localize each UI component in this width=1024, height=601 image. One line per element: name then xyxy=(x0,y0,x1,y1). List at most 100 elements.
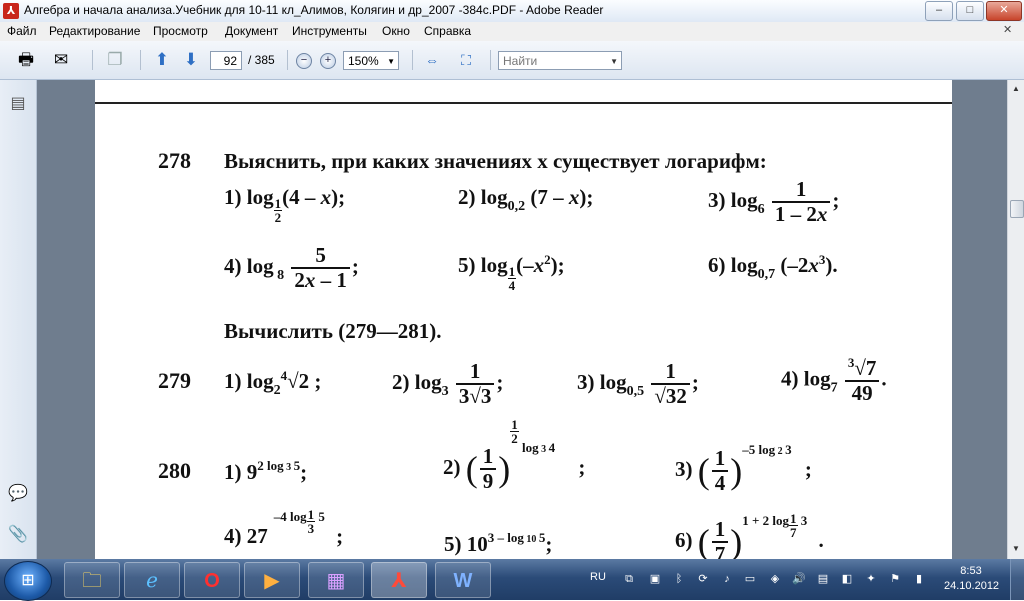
start-button[interactable]: ⊞ xyxy=(4,561,52,601)
windows-logo-icon: ⊞ xyxy=(21,572,35,589)
explorer-taskbar-button[interactable]: 🗀 xyxy=(64,562,120,598)
menu-tools[interactable]: Инструменты xyxy=(292,24,367,38)
chevron-down-icon: ▼ xyxy=(387,57,395,66)
volume-icon[interactable]: ♪ xyxy=(720,572,734,586)
vertical-scrollbar[interactable]: ▲ ▼ xyxy=(1007,80,1024,559)
item-label: 3) xyxy=(577,369,595,394)
zoom-value: 150% xyxy=(348,54,379,68)
display-icon[interactable]: ▤ xyxy=(816,572,830,586)
problem-task: Выяснить, при каких значениях x существу… xyxy=(224,149,767,173)
item-label: 3) xyxy=(675,457,693,481)
word-taskbar-button[interactable]: W xyxy=(435,562,491,598)
item-label: 2) xyxy=(458,185,476,209)
math-expression: 3) log6 11 – 2x; xyxy=(708,177,840,227)
speaker-icon[interactable]: 🔊 xyxy=(792,572,806,586)
math-expression: 5) 103 – log 10 5; xyxy=(444,530,553,556)
menu-window[interactable]: Окно xyxy=(382,24,410,38)
math-expression: 1) log 1 2 (4 – x); xyxy=(224,185,346,225)
power-icon[interactable]: ▮ xyxy=(912,572,926,586)
navigation-pane: ▤ 💬 📎 xyxy=(0,80,37,559)
menu-document[interactable]: Документ xyxy=(225,24,278,38)
security-icon[interactable]: ✦ xyxy=(864,572,878,586)
opera-taskbar-button[interactable]: O xyxy=(184,562,240,598)
bluetooth-icon[interactable]: ᛒ xyxy=(672,572,686,586)
clock-date: 24.10.2012 xyxy=(944,580,1000,592)
item-label: 4) xyxy=(224,253,242,278)
pdf-page: 278 Выяснить, при каких значениях x суще… xyxy=(95,80,952,559)
winrar-taskbar-button[interactable]: ▦ xyxy=(308,562,364,598)
toolbar-divider xyxy=(287,50,288,70)
tray-app-icon[interactable]: ◧ xyxy=(840,572,854,586)
scroll-up-icon[interactable]: ▲ xyxy=(1010,83,1022,95)
tray-app-icon[interactable]: ▭ xyxy=(743,572,757,586)
show-desktop-button[interactable] xyxy=(1010,559,1024,600)
menu-bar: Файл Редактирование Просмотр Документ Ин… xyxy=(0,22,1024,41)
adobe-reader-taskbar-button[interactable]: ⅄ xyxy=(371,562,427,598)
tray-app-icon[interactable]: ◈ xyxy=(768,572,782,586)
menu-file[interactable]: Файл xyxy=(7,24,37,38)
minimize-button[interactable]: – xyxy=(925,1,953,21)
fit-width-icon[interactable]: ⇔ xyxy=(421,50,443,70)
menu-help[interactable]: Справка xyxy=(424,24,471,38)
print-icon[interactable]: 🖶 xyxy=(15,50,37,70)
page-rule xyxy=(95,102,952,104)
close-button[interactable]: ✕ xyxy=(986,1,1022,21)
system-clock[interactable]: 8:53 24.10.2012 xyxy=(944,564,1000,594)
toolbar: 🖶 ✉ ❐ ⬆ ⬇ 92 / 385 − + 150% ▼ ⇔ ⛶ Найти … xyxy=(0,41,1024,80)
chevron-down-icon: ▼ xyxy=(610,57,618,66)
document-viewport[interactable]: 278 Выяснить, при каких значениях x суще… xyxy=(37,80,1007,559)
section-heading: Вычислить (279—281). xyxy=(224,319,442,343)
taskbar: ⊞ 🗀 ℯ O ▶ ▦ ⅄ W RU ⧉ ▣ ᛒ ⟳ ♪ ▭ ◈ 🔊 ▤ ◧ ✦… xyxy=(0,559,1024,601)
share-icon[interactable]: ✉ xyxy=(50,50,72,70)
zoom-select[interactable]: 150% ▼ xyxy=(343,51,399,70)
menu-view[interactable]: Просмотр xyxy=(153,24,208,38)
page-total: / 385 xyxy=(248,53,275,67)
media-player-taskbar-button[interactable]: ▶ xyxy=(244,562,300,598)
next-page-icon[interactable]: ⬇ xyxy=(180,50,202,70)
network-icon[interactable]: ⧉ xyxy=(622,572,636,586)
problem-number: 280 xyxy=(158,458,191,483)
language-indicator[interactable]: RU xyxy=(590,571,606,583)
action-center-flag-icon[interactable]: ⚑ xyxy=(888,572,902,586)
zoom-out-icon[interactable]: − xyxy=(296,53,312,69)
item-label: 5) xyxy=(444,532,462,556)
item-label: 1) xyxy=(224,460,242,484)
sync-icon[interactable]: ⟳ xyxy=(696,572,710,586)
attachments-icon[interactable]: 📎 xyxy=(8,525,28,545)
math-expression: 4) log 8 5 2x – 1; xyxy=(224,243,359,293)
math-expression: 1) 92 log 3 5; xyxy=(224,458,308,484)
math-expression: 1) log24√2 ; xyxy=(224,368,322,398)
item-label: 3) xyxy=(708,187,726,212)
menu-edit[interactable]: Редактирование xyxy=(49,24,140,38)
problem-number: 278 xyxy=(158,148,191,173)
item-label: 2) xyxy=(392,369,410,394)
item-label: 4) xyxy=(224,524,242,548)
math-expression: 6) (1 7)1 + 2 log 1 7 3 . xyxy=(675,511,824,559)
close-document-icon[interactable]: ✕ xyxy=(1003,23,1012,36)
math-expression: 2) (1 9) 1 2 log 3 4 ; xyxy=(443,417,586,494)
toolbar-divider xyxy=(140,50,141,70)
tray-app-icon[interactable]: ▣ xyxy=(648,572,662,586)
page-thumbnails-icon[interactable]: ▤ xyxy=(8,94,28,114)
math-expression: 6) log0,7 (–2x3). xyxy=(708,252,838,282)
title-bar: ⅄ Алгебра и начала анализа.Учебник для 1… xyxy=(0,0,1024,23)
item-label: 1) xyxy=(224,369,242,393)
item-label: 6) xyxy=(708,253,726,277)
collaborate-icon[interactable]: ❐ xyxy=(104,50,126,70)
comments-icon[interactable]: 💬 xyxy=(8,484,28,504)
item-label: 4) xyxy=(781,366,799,391)
math-expression: 5) log 1 4 (–x2); xyxy=(458,252,565,293)
maximize-button[interactable]: □ xyxy=(956,1,984,21)
scroll-down-icon[interactable]: ▼ xyxy=(1010,543,1022,555)
item-label: 6) xyxy=(675,528,693,552)
scrollbar-thumb[interactable] xyxy=(1010,200,1024,218)
ie-taskbar-button[interactable]: ℯ xyxy=(124,562,180,598)
item-label: 1) xyxy=(224,185,242,209)
search-input[interactable]: Найти ▼ xyxy=(498,51,622,70)
previous-page-icon[interactable]: ⬆ xyxy=(151,50,173,70)
page-number-input[interactable]: 92 xyxy=(210,51,242,70)
math-expression: 3) (1 4)–5 log 2 3 ; xyxy=(675,442,812,496)
zoom-in-icon[interactable]: + xyxy=(320,53,336,69)
math-expression: 2) log3 1 3√3; xyxy=(392,359,504,409)
fit-page-icon[interactable]: ⛶ xyxy=(455,50,477,70)
